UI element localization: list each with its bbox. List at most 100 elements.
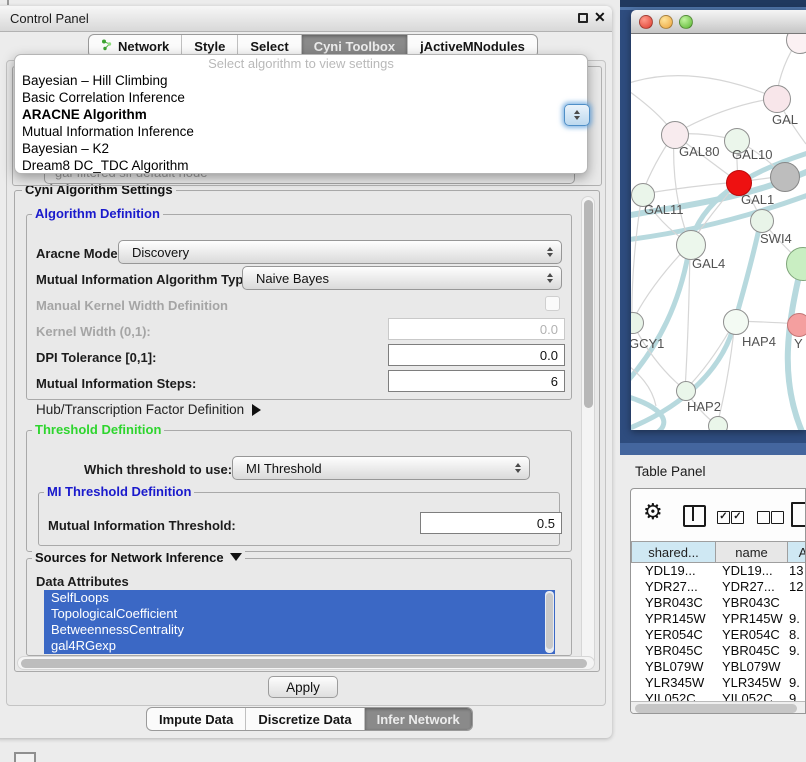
attribute-item-betweennesscentrality[interactable]: BetweennessCentrality (44, 622, 555, 638)
table-cell: 8. (785, 627, 806, 643)
table-row[interactable]: YDR27...YDR27...12 (631, 579, 806, 595)
table-cell: YDL19... (631, 563, 714, 579)
stepper-up-icon (574, 110, 580, 114)
network-node-y[interactable] (787, 313, 806, 337)
table-row[interactable]: YBR045CYBR045C9. (631, 643, 806, 659)
settings-vertical-scrollbar[interactable] (581, 196, 595, 666)
dpi-tolerance-input[interactable]: 0.0 (388, 344, 565, 366)
network-view-window: GALGAL80GAL10GAL1GAL11SWI4GAL4GCY1HAP4YH… (631, 10, 806, 430)
gear-icon[interactable]: ⚙ (643, 501, 663, 523)
checked-checkbox-icon[interactable]: ✓ (717, 511, 730, 524)
dropdown-item-dream8-dc-tdc-algorithm[interactable]: Dream8 DC_TDC Algorithm (15, 157, 587, 174)
checked-checkbox-icon[interactable]: ✓ (731, 511, 744, 524)
table-row[interactable]: YDL19...YDL19...13 (631, 563, 806, 579)
sources-group-title[interactable]: Sources for Network Inference (32, 551, 245, 564)
export-table-icon[interactable] (791, 502, 806, 527)
settings-vscroll-thumb[interactable] (584, 200, 593, 408)
table-row[interactable]: YPR145WYPR145W9. (631, 611, 806, 627)
table-row[interactable]: YLR345WYLR345W9. (631, 675, 806, 691)
column-header-partial[interactable]: A (788, 541, 806, 563)
hub-definition-expander[interactable]: Hub/Transcription Factor Definition (36, 402, 261, 417)
table-cell: 9 (785, 691, 806, 701)
node-label: GCY1 (631, 336, 664, 351)
combo-stepper-icon (515, 463, 521, 473)
dropdown-item-bayesian-hill-climbing[interactable]: Bayesian – Hill Climbing (15, 72, 587, 89)
settings-hscroll-thumb[interactable] (21, 659, 587, 668)
column-header-name[interactable]: name (716, 541, 788, 563)
table-cell: YDR27... (714, 579, 785, 595)
table-cell: YPR145W (631, 611, 714, 627)
tab-label: Discretize Data (258, 712, 351, 727)
show-columns-icon[interactable] (683, 505, 706, 527)
unchecked-checkbox-icon[interactable] (771, 511, 784, 524)
close-icon[interactable]: ✕ (594, 10, 606, 24)
network-node[interactable] (708, 416, 728, 430)
dpi-tolerance-label: DPI Tolerance [0,1]: (36, 350, 156, 365)
dropdown-item-bayesian-k2[interactable]: Bayesian – K2 (15, 140, 587, 157)
tab-label: Select (250, 39, 288, 54)
aracne-mode-value: Discovery (132, 245, 547, 260)
kernel-width-label: Kernel Width (0,1): (36, 324, 151, 339)
data-attributes-list[interactable]: SelfLoopsTopologicalCoefficientBetweenne… (44, 590, 555, 654)
table-cell: YER054C (714, 627, 785, 643)
table-row[interactable]: YBL079WYBL079W (631, 659, 806, 675)
unchecked-checkbox-icon[interactable] (757, 511, 770, 524)
table-row[interactable]: YER054CYER054C8. (631, 627, 806, 643)
node-label: Y (794, 336, 803, 351)
apply-button[interactable]: Apply (268, 676, 338, 698)
column-header-shared-name[interactable]: shared... (631, 541, 716, 563)
attributes-list-scrollbar[interactable] (545, 591, 554, 653)
close-traffic-light-icon[interactable] (639, 15, 653, 29)
threshold-definition-title: Threshold Definition (32, 423, 164, 436)
attributes-list-scroll-thumb[interactable] (546, 593, 553, 649)
minimize-traffic-light-icon[interactable] (659, 15, 673, 29)
network-canvas[interactable]: GALGAL80GAL10GAL1GAL11SWI4GAL4GCY1HAP4YH… (631, 34, 806, 430)
table-row[interactable]: YIL052CYIL052C9 (631, 691, 806, 701)
network-node-swi4[interactable] (750, 209, 774, 233)
zoom-traffic-light-icon[interactable] (679, 15, 693, 29)
table-cell: 13 (785, 563, 806, 579)
tab-infer-network[interactable]: Infer Network (365, 708, 472, 730)
kernel-width-input[interactable]: 0.0 (388, 318, 565, 340)
table-cell: 9. (785, 643, 806, 659)
table-cell: YBL079W (714, 659, 785, 675)
network-window-titlebar[interactable] (631, 10, 806, 34)
network-node[interactable] (770, 162, 800, 192)
mi-steps-label: Mutual Information Steps: (36, 376, 196, 391)
dropdown-item-mutual-information-inference[interactable]: Mutual Information Inference (15, 123, 587, 140)
network-node-gal[interactable] (763, 85, 791, 113)
dropdown-item-aracne-algorithm[interactable]: ARACNE Algorithm (15, 106, 587, 123)
attribute-item-gal4rgexp[interactable]: gal4RGexp (44, 638, 555, 654)
table-cell (785, 659, 806, 675)
dropdown-item-basic-correlation-inference[interactable]: Basic Correlation Inference (15, 89, 587, 106)
settings-horizontal-scrollbar[interactable] (17, 656, 595, 670)
float-window-icon[interactable] (578, 13, 588, 23)
table-header-row: shared... name A (631, 541, 806, 563)
node-label: GAL1 (741, 192, 774, 207)
mi-steps-input[interactable]: 6 (388, 370, 565, 392)
which-threshold-combo[interactable]: MI Threshold (232, 456, 530, 480)
node-label: GAL10 (732, 147, 772, 162)
table-cell: YBR045C (631, 643, 714, 659)
node-label: SWI4 (760, 231, 792, 246)
focused-combo-stepper[interactable] (564, 104, 590, 126)
minimized-panel-icon[interactable] (14, 752, 36, 762)
combo-stepper-icon (547, 273, 553, 283)
manual-kernel-checkbox[interactable] (545, 296, 560, 311)
network-node-hap2[interactable] (676, 381, 696, 401)
table-hscroll-thumb[interactable] (635, 704, 797, 713)
attribute-item-topologicalcoefficient[interactable]: TopologicalCoefficient (44, 606, 555, 622)
table-horizontal-scrollbar[interactable] (631, 701, 806, 714)
network-node-hap4[interactable] (723, 309, 749, 335)
table-row[interactable]: YBR043CYBR043C (631, 595, 806, 611)
aracne-mode-combo[interactable]: Discovery (118, 240, 562, 264)
mi-type-combo[interactable]: Naive Bayes (242, 266, 562, 290)
node-label: GAL4 (692, 256, 725, 271)
expanded-arrow-icon (230, 553, 242, 561)
table-cell: YIL052C (631, 691, 714, 701)
desktop-frame-bottom (620, 443, 806, 455)
tab-discretize-data[interactable]: Discretize Data (246, 708, 364, 730)
tab-impute-data[interactable]: Impute Data (147, 708, 246, 730)
attribute-item-selfloops[interactable]: SelfLoops (44, 590, 555, 606)
mi-threshold-input[interactable]: 0.5 (420, 512, 562, 534)
